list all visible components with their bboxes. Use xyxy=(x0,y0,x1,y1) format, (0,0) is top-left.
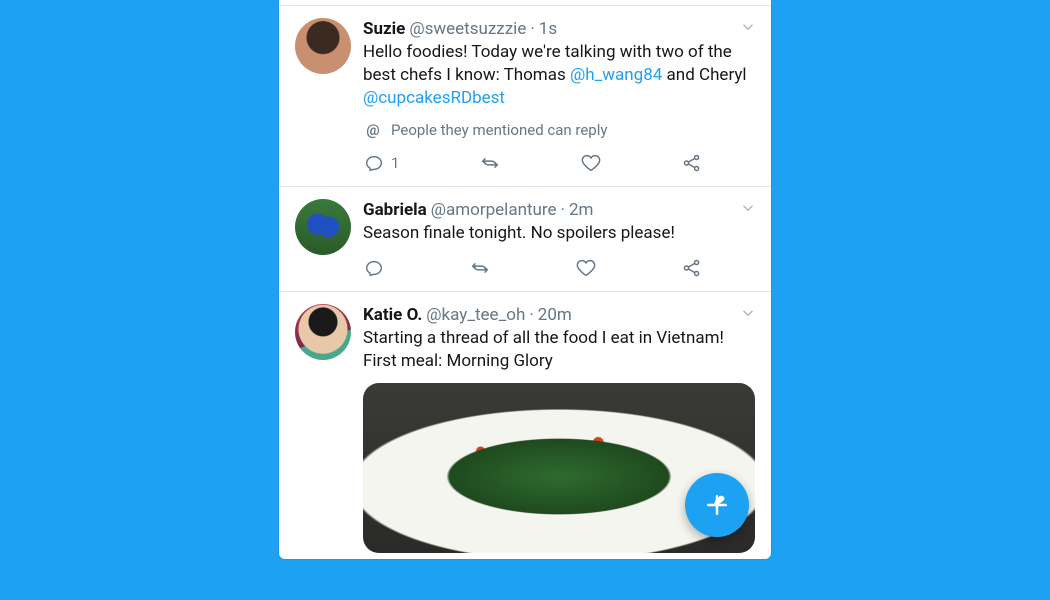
retweet-icon xyxy=(479,152,501,174)
reply-button[interactable]: 1 xyxy=(363,152,399,174)
mention-link[interactable]: @h_wang84 xyxy=(570,65,662,85)
chevron-down-icon xyxy=(739,18,757,36)
handle[interactable]: @kay_tee_oh xyxy=(426,304,525,326)
mention-link[interactable]: @cupcakesRDbest xyxy=(363,88,505,108)
retweet-button[interactable] xyxy=(479,152,501,174)
reply-count: 1 xyxy=(391,154,399,172)
display-name[interactable]: Katie O. xyxy=(363,304,422,326)
share-button[interactable] xyxy=(681,152,703,174)
separator: · xyxy=(529,304,533,326)
display-name[interactable]: Suzie xyxy=(363,18,405,40)
like-icon xyxy=(575,257,597,279)
compose-feather-icon xyxy=(702,490,732,520)
separator: · xyxy=(561,199,565,221)
like-button[interactable] xyxy=(575,257,597,279)
tweet-body: Starting a thread of all the food I eat … xyxy=(363,327,755,373)
share-icon xyxy=(681,152,703,174)
tweet-actions xyxy=(363,257,703,279)
reply-restriction: @ People they mentioned can reply xyxy=(363,120,755,140)
tweet-header: Suzie @sweetsuzzzie · 1s xyxy=(363,18,755,40)
separator: · xyxy=(530,18,534,40)
avatar[interactable] xyxy=(295,18,351,74)
tweet-header: Katie O. @kay_tee_oh · 20m xyxy=(363,304,755,326)
timestamp: 20m xyxy=(538,304,572,326)
like-icon xyxy=(580,152,602,174)
chevron-down-icon xyxy=(739,304,757,322)
tweet-menu-button[interactable] xyxy=(739,199,757,217)
avatar[interactable] xyxy=(295,304,351,360)
timestamp: 1s xyxy=(539,18,557,40)
tweet-body: Hello foodies! Today we're talking with … xyxy=(363,41,755,110)
tweet-menu-button[interactable] xyxy=(739,304,757,322)
reply-icon xyxy=(363,152,385,174)
display-name[interactable]: Gabriela xyxy=(363,199,427,221)
share-button[interactable] xyxy=(681,257,703,279)
tweet-menu-button[interactable] xyxy=(739,18,757,36)
chevron-down-icon xyxy=(739,199,757,217)
reply-icon xyxy=(363,257,385,279)
tweet-header: Gabriela @amorpelanture · 2m xyxy=(363,199,755,221)
timestamp: 2m xyxy=(569,199,593,221)
handle[interactable]: @sweetsuzzzie xyxy=(409,18,526,40)
compose-tweet-button[interactable] xyxy=(685,473,749,537)
at-icon: @ xyxy=(363,120,383,140)
tweet[interactable]: Gabriela @amorpelanture · 2m Season fina… xyxy=(279,187,771,292)
reply-button[interactable] xyxy=(363,257,385,279)
retweet-button[interactable] xyxy=(469,257,491,279)
share-icon xyxy=(681,257,703,279)
handle[interactable]: @amorpelanture xyxy=(431,199,557,221)
retweet-icon xyxy=(469,257,491,279)
avatar[interactable] xyxy=(295,199,351,255)
tweet-actions: 1 xyxy=(363,152,703,174)
like-button[interactable] xyxy=(580,152,602,174)
tweet[interactable]: Suzie @sweetsuzzzie · 1s Hello foodies! … xyxy=(279,6,771,187)
reply-restriction-label: People they mentioned can reply xyxy=(391,121,607,139)
tweet-body: Season finale tonight. No spoilers pleas… xyxy=(363,222,755,245)
phone-frame: Suzie @sweetsuzzzie · 1s Hello foodies! … xyxy=(279,0,771,559)
